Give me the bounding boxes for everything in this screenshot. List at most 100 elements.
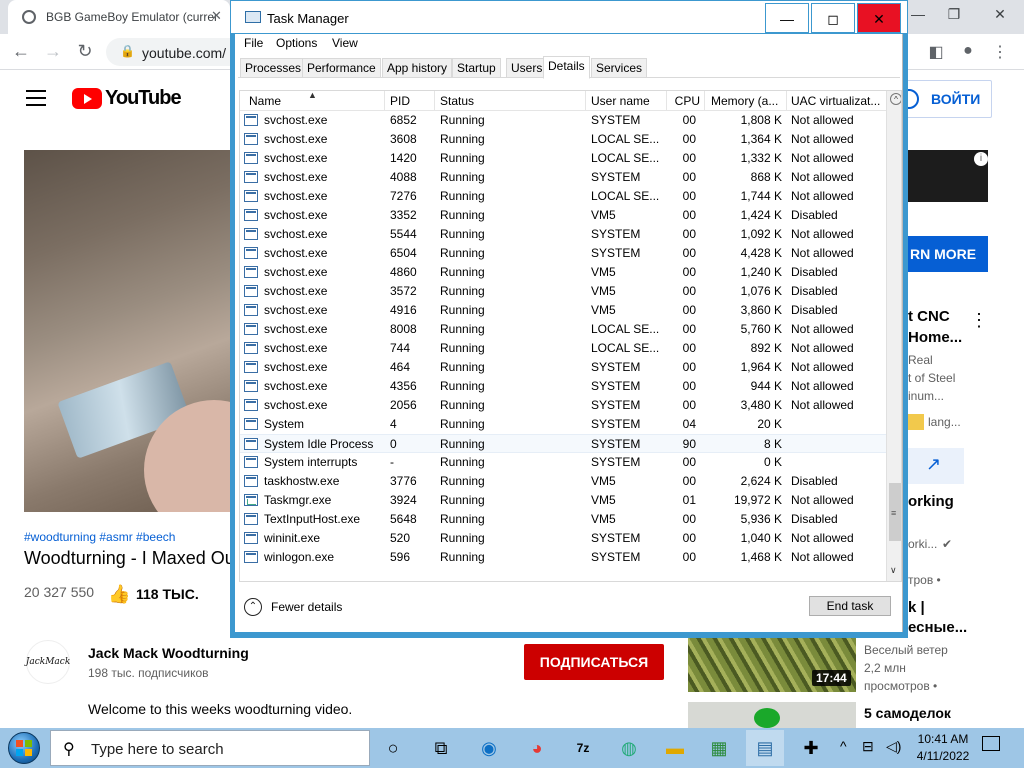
forward-arrow-icon[interactable]: → xyxy=(42,41,64,62)
browser-tab[interactable]: BGB GameBoy Emulator (current ✕ xyxy=(8,0,230,34)
reload-icon[interactable]: ↻ xyxy=(74,41,96,62)
rec4-thumbnail[interactable] xyxy=(688,702,856,728)
table-row[interactable]: svchost.exe 1420 Running LOCAL SE... 00 1,332… xyxy=(240,149,886,168)
rec1-title-line1[interactable]: t CNC xyxy=(908,308,950,325)
browser-restore-button[interactable]: ❐ xyxy=(944,6,964,23)
notification-center-icon[interactable] xyxy=(982,736,1000,751)
menu-view[interactable]: View xyxy=(332,36,358,50)
scroll-down-icon[interactable]: ∨ xyxy=(890,565,897,576)
fewer-details-link[interactable]: Fewer details xyxy=(271,600,342,614)
table-row[interactable]: svchost.exe 4916 Running VM5 00 3,860 K Disabl… xyxy=(240,301,886,320)
col-header-pid[interactable]: PID xyxy=(390,94,430,108)
col-header-username[interactable]: User name xyxy=(591,94,663,108)
end-task-button[interactable]: End task xyxy=(809,596,891,616)
column-divider[interactable] xyxy=(434,91,435,111)
like-icon[interactable]: 👍 xyxy=(108,584,130,605)
clock-time[interactable]: 10:41 AM xyxy=(912,732,974,746)
tm-maximize-button[interactable]: ◻ xyxy=(811,3,855,33)
subscribe-button[interactable]: ПОДПИСАТЬСЯ xyxy=(524,644,664,680)
tab-details[interactable]: Details xyxy=(543,56,590,79)
table-row[interactable]: svchost.exe 5544 Running SYSTEM 00 1,092 K Not… xyxy=(240,225,886,244)
start-button[interactable] xyxy=(6,730,44,766)
video-hashtags[interactable]: #woodturning #asmr #beech xyxy=(24,530,175,544)
col-header-status[interactable]: Status xyxy=(440,94,580,108)
rec4-title[interactable]: 5 самоделок xyxy=(864,705,951,721)
clock-date[interactable]: 4/11/2022 xyxy=(912,749,974,763)
table-row[interactable]: svchost.exe 4860 Running VM5 00 1,240 K Disabl… xyxy=(240,263,886,282)
game-controller-icon[interactable]: ✚ xyxy=(792,730,830,766)
table-row[interactable]: wininit.exe 520 Running SYSTEM 00 1,040 K Not … xyxy=(240,529,886,548)
task-manager-taskbar-icon[interactable]: ▤ xyxy=(746,730,784,766)
table-row[interactable]: winlogon.exe 596 Running SYSTEM 00 1,468 K Not… xyxy=(240,548,886,567)
browser-close-button[interactable]: ✕ xyxy=(990,6,1010,23)
profile-avatar-icon[interactable]: ● xyxy=(958,42,978,60)
back-arrow-icon[interactable]: ← xyxy=(10,41,32,62)
task-manager-titlebar[interactable]: Task Manager — ◻ ✕ xyxy=(230,0,908,34)
like-count[interactable]: 118 ТЫС. xyxy=(136,586,199,602)
table-row[interactable]: Taskmgr.exe 3924 Running VM5 01 19,972 K Not a… xyxy=(240,491,886,510)
network-globe-icon[interactable]: ◍ xyxy=(610,730,648,766)
chrome-menu-icon[interactable]: ⋮ xyxy=(990,42,1010,62)
task-view-icon[interactable]: ⧉ xyxy=(422,730,460,766)
tm-close-button[interactable]: ✕ xyxy=(857,3,901,33)
col-header-uac[interactable]: UAC virtualizat... xyxy=(791,94,883,108)
network-tray-icon[interactable]: ⊟ xyxy=(862,738,874,755)
table-row[interactable]: svchost.exe 4088 Running SYSTEM 00 868 K Not a… xyxy=(240,168,886,187)
table-row[interactable]: svchost.exe 3608 Running LOCAL SE... 00 1,364… xyxy=(240,130,886,149)
table-row[interactable]: svchost.exe 8008 Running LOCAL SE... 00 5,760… xyxy=(240,320,886,339)
tab-startup[interactable]: Startup xyxy=(452,58,501,78)
channel-name[interactable]: Jack Mack Woodturning xyxy=(88,645,249,661)
performance-monitor-icon[interactable]: ▦ xyxy=(700,730,738,766)
table-row[interactable]: svchost.exe 6504 Running SYSTEM 00 4,428 K Not… xyxy=(240,244,886,263)
ad-info-icon[interactable]: i xyxy=(974,152,988,166)
table-row[interactable]: svchost.exe 6852 Running SYSTEM 00 1,808 K Not… xyxy=(240,111,886,130)
column-divider[interactable] xyxy=(384,91,385,111)
menu-options[interactable]: Options xyxy=(276,36,317,50)
column-divider[interactable] xyxy=(585,91,586,111)
rec2-title[interactable]: orking xyxy=(908,493,954,510)
table-row[interactable]: svchost.exe 464 Running SYSTEM 00 1,964 K Not … xyxy=(240,358,886,377)
rec1-title-line2[interactable]: Home... xyxy=(908,329,962,346)
menu-file[interactable]: File xyxy=(244,36,263,50)
table-row[interactable]: svchost.exe 7276 Running LOCAL SE... 00 1,744… xyxy=(240,187,886,206)
vertical-scrollbar[interactable]: ^ ≡ ∨ xyxy=(886,91,901,581)
tab-services[interactable]: Services xyxy=(591,58,648,78)
video-player[interactable] xyxy=(24,150,234,512)
volume-tray-icon[interactable]: ◁) xyxy=(886,738,901,755)
column-divider[interactable] xyxy=(704,91,705,111)
table-row[interactable]: svchost.exe 744 Running LOCAL SE... 00 892 K N… xyxy=(240,339,886,358)
rec3-title-line1[interactable]: k | xyxy=(908,599,925,616)
scroll-up-icon[interactable]: ^ xyxy=(890,93,901,105)
table-row[interactable]: System 4 Running SYSTEM 04 20 K xyxy=(240,415,886,434)
learn-more-button[interactable]: RN MORE xyxy=(908,236,988,272)
tab-users[interactable]: Users xyxy=(506,58,548,78)
chrome-icon[interactable]: ◕ xyxy=(518,730,556,766)
7zip-icon[interactable]: 7z xyxy=(564,730,602,766)
table-row[interactable]: svchost.exe 3572 Running VM5 00 1,076 K Disabl… xyxy=(240,282,886,301)
address-bar[interactable]: 🔒 youtube.com/ xyxy=(106,38,246,66)
column-divider[interactable] xyxy=(786,91,787,111)
col-header-memory[interactable]: Memory (a... xyxy=(711,94,787,108)
file-explorer-icon[interactable]: ▬ xyxy=(656,730,694,766)
table-row[interactable]: svchost.exe 2056 Running SYSTEM 00 3,480 K Not… xyxy=(240,396,886,415)
table-row[interactable]: System Idle Process 0 Running SYSTEM 90 8 K xyxy=(240,434,886,453)
table-row[interactable]: TextInputHost.exe 5648 Running VM5 00 5,936 K… xyxy=(240,510,886,529)
table-row[interactable]: System interrupts - Running SYSTEM 00 0 K xyxy=(240,453,886,472)
tab-app-history[interactable]: App history xyxy=(382,58,453,78)
cortana-circle-icon[interactable]: ○ xyxy=(374,730,412,766)
tray-overflow-chevron-icon[interactable]: ^ xyxy=(840,738,847,754)
edge-icon[interactable]: ◉ xyxy=(470,730,508,766)
tm-minimize-button[interactable]: — xyxy=(765,3,809,33)
table-row[interactable]: svchost.exe 4356 Running SYSTEM 00 944 K Not a… xyxy=(240,377,886,396)
tab-close-icon[interactable]: ✕ xyxy=(211,8,222,24)
external-link-button[interactable]: ↗ xyxy=(908,448,964,484)
tab-processes[interactable]: Processes xyxy=(240,58,307,78)
taskbar-search-box[interactable]: ⚲ Type here to search xyxy=(50,730,370,766)
table-row[interactable]: svchost.exe 3352 Running VM5 00 1,424 K Disabl… xyxy=(240,206,886,225)
browser-minimize-button[interactable]: — xyxy=(908,6,928,22)
col-header-cpu[interactable]: CPU xyxy=(670,94,700,108)
rec3-title-line2[interactable]: есные... xyxy=(908,619,967,636)
rec1-more-icon[interactable]: ⋮ xyxy=(970,310,988,331)
channel-avatar[interactable]: JackMack xyxy=(26,640,70,684)
tab-performance[interactable]: Performance xyxy=(302,58,381,78)
